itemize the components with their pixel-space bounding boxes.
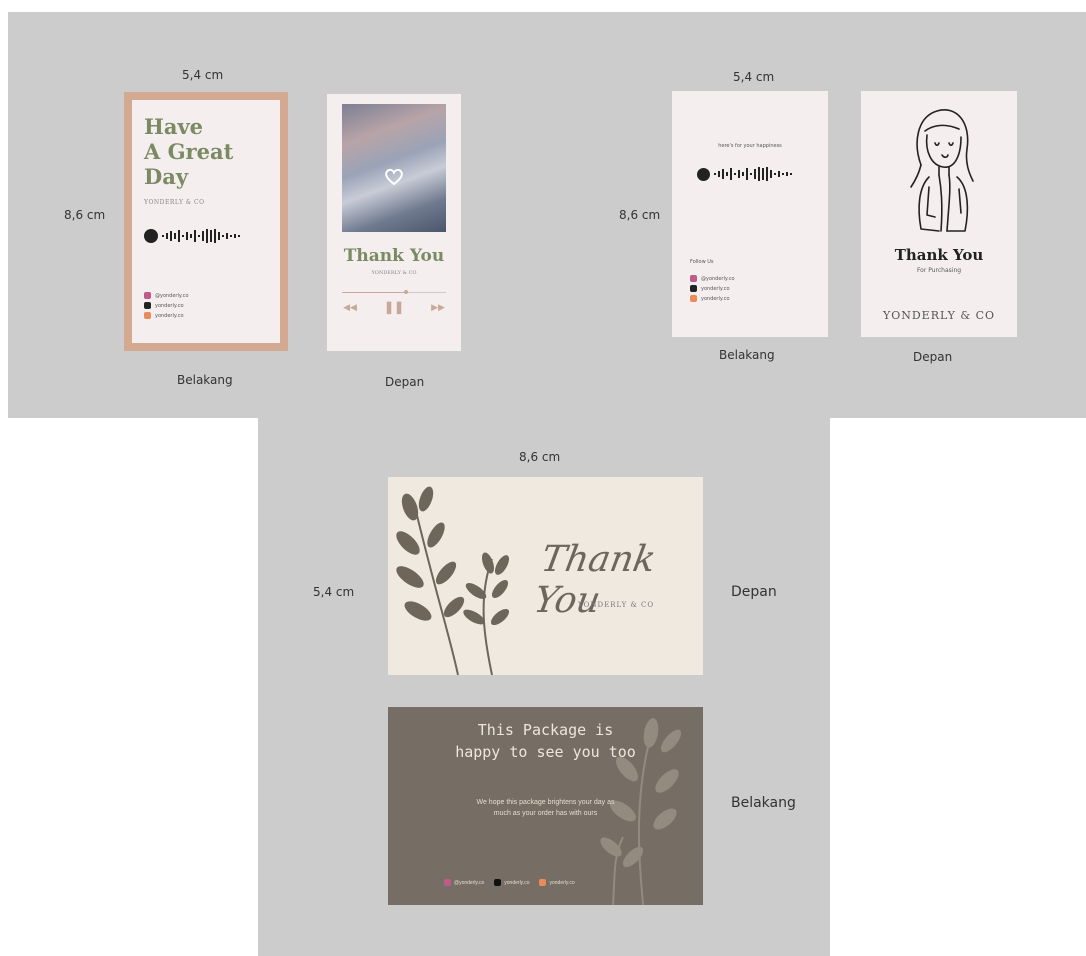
card-front-thank-you-player: Thank You YONDERLY & CO ◀◀ ❚❚ ▶▶: [327, 94, 461, 351]
social-shop: yonderly.co: [549, 879, 575, 886]
spotify-code: [697, 167, 800, 181]
card-title: Thank You: [894, 246, 984, 264]
spotify-icon: [144, 229, 158, 243]
social-tiktok: yonderly.co: [155, 302, 184, 309]
progress-knob: [404, 290, 409, 294]
card-back-have-a-great-day: Have A Great Day YONDERLY & CO @yonderly…: [124, 92, 288, 351]
tiktok-icon: [144, 302, 151, 309]
card-title-line-3: Day: [144, 164, 189, 189]
card-title-line-1: Have: [144, 114, 204, 139]
brand-label: YONDERLY & CO: [882, 309, 996, 322]
social-tiktok: yonderly.co: [701, 285, 730, 292]
forward-icon: ▶▶: [431, 302, 445, 312]
instagram-icon: [690, 275, 697, 282]
headline-line-2: happy to see you too: [455, 743, 636, 761]
leaf-branch-illustration: [396, 486, 510, 675]
girl-illustration: [910, 109, 974, 232]
instagram-icon: [144, 292, 151, 299]
card-front-leaf-thank-you: Thank You YONDERLY & CO: [388, 477, 703, 675]
social-row-footer: @yonderly.co yonderly.co yonderly.co: [444, 879, 575, 886]
follow-us-label: Follow Us: [690, 259, 714, 265]
card-back-package: This Package is happy to see you too We …: [388, 707, 703, 905]
back-caption: Belakang: [177, 373, 233, 387]
height-dimension-label: 5,4 cm: [313, 585, 355, 599]
height-dimension-label: 8,6 cm: [619, 208, 661, 222]
spotify-icon: [697, 167, 710, 181]
spotify-barcode: [714, 167, 792, 181]
card-back-spotify: here's for your happiness Follow Us @yon…: [672, 91, 828, 337]
height-dimension-label: 8,6 cm: [64, 208, 106, 222]
width-dimension-label: 5,4 cm: [733, 70, 775, 84]
social-shop: yonderly.co: [701, 295, 730, 302]
tagline: here's for your happiness: [718, 143, 782, 149]
spotify-code: [144, 229, 250, 243]
shop-icon: [690, 295, 697, 302]
shop-icon: [539, 879, 547, 886]
social-shop: yonderly.co: [155, 312, 184, 319]
tiktok-icon: [690, 285, 697, 292]
front-caption: Depan: [913, 350, 953, 364]
headline-line-1: This Package is: [477, 721, 614, 739]
brand-label: YONDERLY & CO: [144, 199, 205, 206]
width-dimension-label: 5,4 cm: [182, 68, 224, 82]
heart-icon: [385, 168, 403, 186]
front-caption: Depan: [385, 375, 425, 389]
body-line-2: much as your order has with ours: [493, 810, 598, 817]
social-instagram: @yonderly.co: [155, 292, 189, 299]
progress-fill: [342, 292, 405, 293]
social-tiktok: yonderly.co: [504, 879, 530, 886]
card-front-girl-illustration: Thank You For Purchasing YONDERLY & CO: [861, 91, 1017, 337]
body-line-1: We hope this package brightens your day …: [476, 799, 615, 806]
shop-icon: [144, 312, 151, 319]
rewind-icon: ◀◀: [343, 302, 357, 312]
front-caption: Depan: [731, 584, 777, 600]
spotify-barcode: [162, 229, 240, 243]
sky-photo: [342, 104, 446, 232]
brand-label: YONDERLY & CO: [578, 601, 655, 609]
pause-icon: ❚❚: [384, 300, 405, 314]
back-caption: Belakang: [719, 348, 775, 362]
back-caption: Belakang: [731, 795, 796, 811]
social-instagram: @yonderly.co: [454, 879, 485, 886]
tiktok-icon: [494, 879, 502, 886]
social-instagram: @yonderly.co: [701, 275, 735, 282]
brand-label: YONDERLY & CO: [371, 270, 417, 276]
instagram-icon: [444, 879, 451, 886]
card-subtitle: For Purchasing: [916, 267, 962, 274]
card-title: Thank You: [343, 246, 445, 266]
progress-bar: [342, 290, 446, 294]
width-dimension-label: 8,6 cm: [519, 450, 561, 464]
card-title-line-2: A Great: [144, 139, 234, 164]
